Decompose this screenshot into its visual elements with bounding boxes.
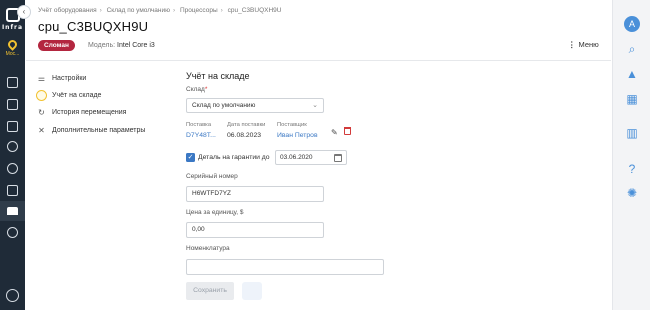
section-label: Настройки [52,74,87,82]
section-label: Дополнительные параметры [52,126,146,134]
help-icon[interactable]: ? [613,162,650,176]
collapse-sidebar-button[interactable]: ‹ [17,5,31,19]
serial-label: Серийный номер [186,173,238,180]
calendar-icon[interactable] [334,154,342,162]
right-toolbar: A ⌕ ▲ ▦ ▥ ? ✺ [612,0,650,310]
nomenclature-field[interactable] [186,259,384,275]
section-settings[interactable]: ⚌ Настройки [37,72,86,84]
model-info: Модель: Intel Core i3 [88,42,155,49]
supplier-link[interactable]: Иван Петров [277,132,318,139]
network-icon [7,140,18,152]
status-badge[interactable]: Сломан [38,40,75,51]
serial-field[interactable]: H6WTFD7YZ [186,186,324,202]
model-label: Модель: [88,42,116,49]
more-vert-icon: ⋮ [568,40,576,49]
supplier-column: Поставщик Иван Петров [277,122,318,139]
save-button[interactable]: Сохранить [186,282,234,300]
disk-icon [7,162,18,174]
logo-text: Infra [1,24,24,31]
serial-value: H6WTFD7YZ [192,190,231,197]
price-value: 0,00 [192,226,205,233]
supply-date-column: Дата поставки 06.08.2023 [227,122,265,139]
nav-network[interactable] [0,136,25,156]
sliders-icon: ⚌ [37,73,46,83]
edit-icon[interactable]: ✎ [331,128,338,137]
supply-column: Поставка D7Y48T... [186,122,216,139]
delete-icon[interactable] [344,127,351,135]
gear-icon[interactable]: ✺ [613,186,650,200]
nav-documents[interactable] [0,94,25,114]
chevron-down-icon: ⌄ [312,102,318,109]
hardware-icon [7,184,18,196]
warranty-date-field[interactable]: 03.06.2020 [275,150,347,165]
dashboard-icon [7,76,18,88]
nav-users[interactable] [0,222,25,242]
breadcrumb-item[interactable]: Процессоры [180,7,218,14]
tools-icon: ✕ [38,125,45,135]
price-field[interactable]: 0,00 [186,222,324,238]
user-icon [7,226,18,238]
location-pin-icon [6,38,19,51]
section-extra[interactable]: ✕ Дополнительные параметры [37,124,145,136]
price-label: Цена за единицу, $ [186,209,244,216]
menu-button[interactable]: ⋮ Меню [568,40,599,49]
warranty-checkbox[interactable]: ✓ [186,153,195,162]
page-title: cpu_C3BUQXH9U [38,19,149,34]
nav-dashboard[interactable] [0,72,25,92]
section-warehouse[interactable]: Учёт на складе [36,89,102,101]
supplier-header: Поставщик [277,122,307,128]
secondary-button[interactable] [242,282,262,300]
nav-servers[interactable] [0,116,25,136]
supply-link[interactable]: D7Y48T... [186,132,216,139]
nav-storage[interactable] [0,158,25,178]
breadcrumb-item[interactable]: Учёт оборудования [38,7,97,14]
supply-header: Поставка [186,122,212,128]
warehouse-label: Склад* [186,86,208,93]
nomenclature-label: Номенклатура [186,245,230,252]
nav-warehouse[interactable] [0,201,25,221]
apps-icon[interactable]: ▦ [613,92,650,106]
breadcrumb: Учёт оборудования › Склад по умолчанию › П… [38,7,282,14]
chart-icon[interactable]: ▥ [613,126,650,140]
section-label: Учёт на складе [52,91,102,99]
supply-date: 06.08.2023 [227,132,262,139]
warehouse-icon [7,207,18,215]
location-selector[interactable]: Мос... [0,38,25,57]
nav-hardware[interactable] [0,180,25,200]
section-label: История перемещения [52,108,127,116]
avatar[interactable]: A [624,16,640,32]
model-value: Intel Core i3 [117,42,155,49]
server-icon [7,120,18,132]
warehouse-select[interactable]: Склад по умолчанию ⌄ [186,98,324,113]
breadcrumb-item[interactable]: Склад по умолчанию [107,7,170,14]
warehouse-icon [36,89,47,101]
header-divider [26,60,611,61]
warehouse-value: Склад по умолчанию [192,102,256,109]
menu-label: Меню [578,40,599,49]
supply-date-header: Дата поставки [227,122,266,128]
warranty-date-value: 03.06.2020 [280,154,313,161]
logout-icon[interactable] [6,289,19,302]
section-history[interactable]: ↻ История перемещения [37,106,126,118]
search-icon[interactable]: ⌕ [613,42,650,57]
location-label: Мос... [5,51,20,57]
section-title: Учёт на складе [186,71,250,81]
document-icon [7,98,18,110]
breadcrumb-item: cpu_C3BUQXH9U [227,7,282,14]
history-icon: ↻ [38,107,45,117]
warranty-label: Деталь на гарантии до [198,154,270,161]
app-sidebar: Infra Мос... [0,0,25,310]
bell-icon[interactable]: ▲ [613,67,650,81]
